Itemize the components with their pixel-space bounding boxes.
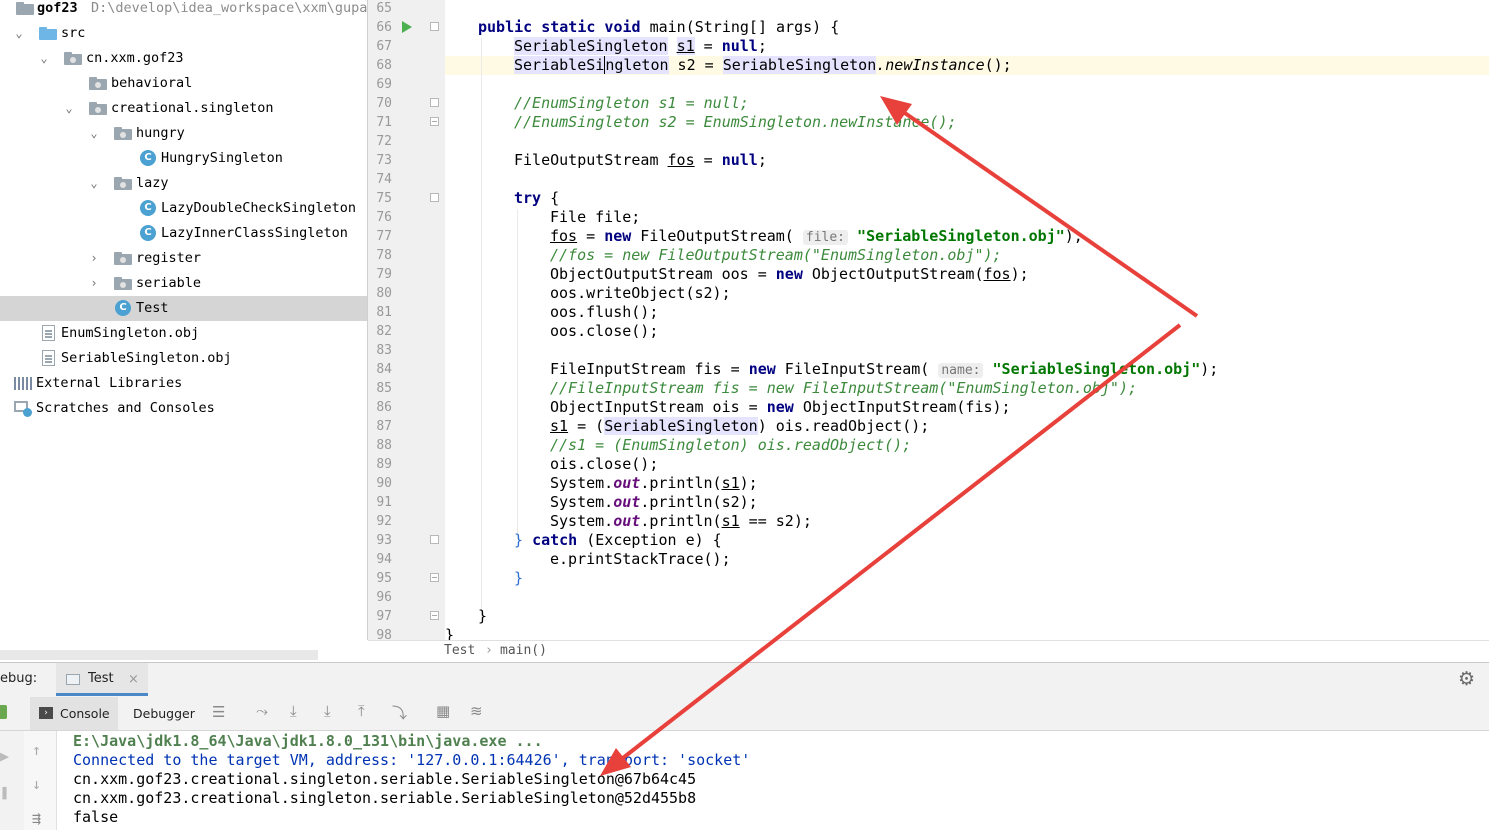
arrow-to-newinstance: [880, 96, 1199, 318]
arrowhead: [600, 748, 631, 776]
arrow-line: [608, 323, 1182, 770]
arrow-to-console: [600, 323, 1182, 776]
arrow-line: [887, 100, 1199, 318]
arrowhead: [880, 96, 912, 125]
annotation-arrows: [600, 96, 1199, 776]
